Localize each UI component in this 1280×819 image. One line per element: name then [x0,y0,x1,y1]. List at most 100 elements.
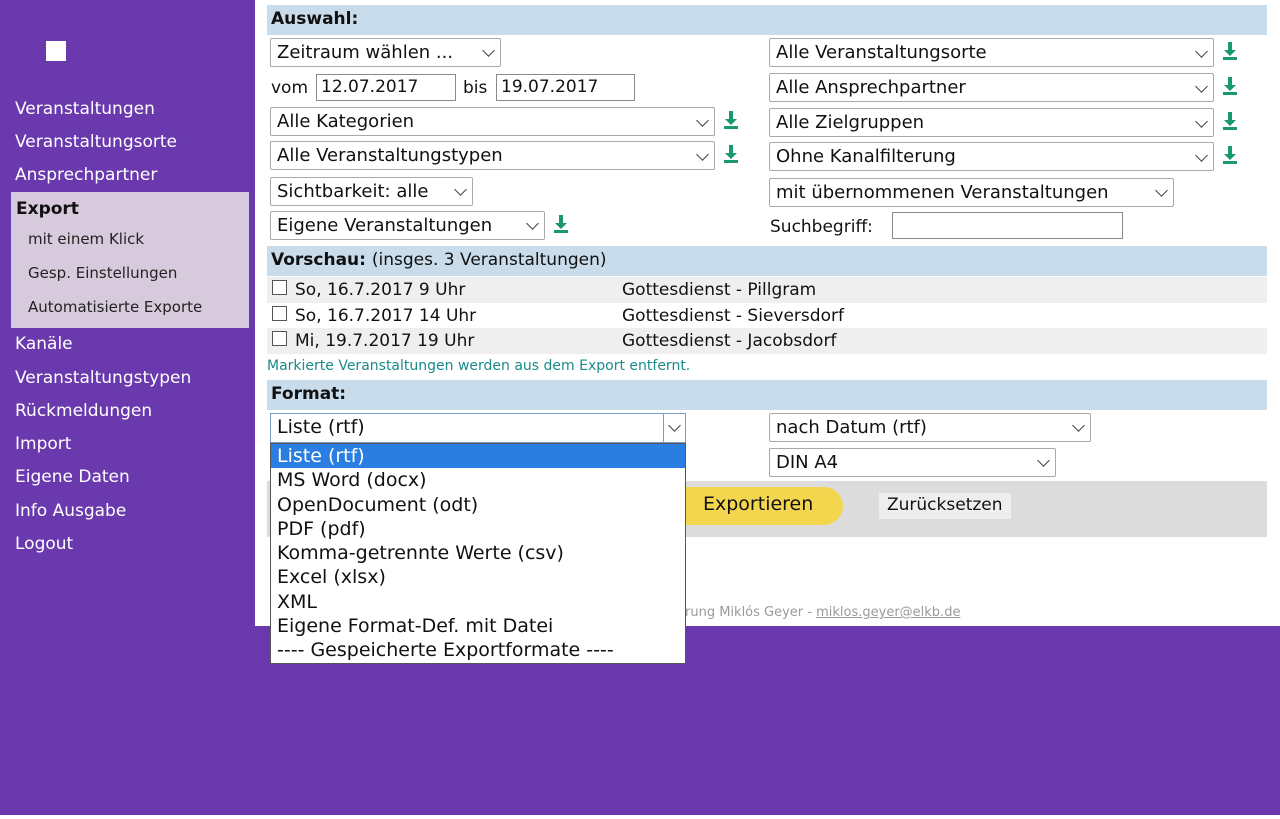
bis-label: bis [463,78,488,98]
logo [46,41,66,61]
chevron-down-icon [696,114,709,127]
nav-item-logout[interactable]: Logout [15,534,73,554]
papier-select[interactable]: DIN A4 [769,448,1056,477]
chevron-down-icon [696,148,709,161]
download-icon-veranstaltungstypen[interactable] [722,144,740,164]
event-name: Gottesdienst - Jacobsdorf [622,331,837,351]
sortierung-select[interactable]: nach Datum (rtf) [769,413,1091,442]
sortierung-select-value: nach Datum (rtf) [776,417,927,438]
format-option-eigene[interactable]: Eigene Format-Def. mit Datei [271,614,685,638]
nav-item-veranstaltungen[interactable]: Veranstaltungen [15,99,155,119]
bottom-strip [0,815,1280,819]
chevron-down-icon [1195,149,1208,162]
zeitraum-select[interactable]: Zeitraum wählen ... [270,38,501,67]
eigene-veranstaltungen-select[interactable]: Eigene Veranstaltungen [270,211,545,240]
chevron-down-icon [1155,184,1168,197]
suchbegriff-input[interactable] [892,212,1123,239]
zielgruppen-select-value: Alle Zielgruppen [776,112,925,133]
chevron-down-icon [1072,419,1085,432]
papier-select-value: DIN A4 [776,452,839,473]
nav-item-kanaele[interactable]: Kanäle [15,334,73,354]
nav-item-import[interactable]: Import [15,434,71,454]
format-option-xlsx[interactable]: Excel (xlsx) [271,565,685,589]
download-icon-kategorien[interactable] [722,110,740,130]
veranstaltungstypen-select-value: Alle Veranstaltungstypen [277,145,503,166]
vom-label: vom [271,78,309,98]
zeitraum-select-value: Zeitraum wählen ... [277,42,454,63]
vorschau-heading: Vorschau: (insges. 3 Veranstaltungen) [267,246,1267,276]
zielgruppen-select[interactable]: Alle Zielgruppen [769,108,1214,137]
reset-button[interactable]: Zurücksetzen [879,493,1011,519]
format-select[interactable]: Liste (rtf) [270,413,686,443]
nav-subitem-automatisierte-exporte[interactable]: Automatisierte Exporte [28,298,202,316]
event-date: Mi, 19.7.2017 19 Uhr [295,331,475,351]
chevron-down-icon[interactable] [663,414,685,442]
ansprechpartner-select-value: Alle Ansprechpartner [776,77,966,98]
event-date: So, 16.7.2017 9 Uhr [295,280,466,300]
eigene-veranstaltungen-select-value: Eigene Veranstaltungen [277,215,493,236]
footer: rung Miklós Geyer - miklos.geyer@elkb.de [685,605,960,620]
chevron-down-icon [1195,80,1208,93]
nav-subitem-gesp-einstellungen[interactable]: Gesp. Einstellungen [28,264,177,282]
uebernommen-select[interactable]: mit übernommenen Veranstaltungen [769,178,1174,207]
chevron-down-icon [1195,45,1208,58]
format-option-pdf[interactable]: PDF (pdf) [271,517,685,541]
nav-item-info-ausgabe[interactable]: Info Ausgabe [15,501,126,521]
nav-item-export[interactable]: Export [16,199,79,219]
nav-item-ansprechpartner[interactable]: Ansprechpartner [15,165,157,185]
format-option-odt[interactable]: OpenDocument (odt) [271,493,685,517]
footer-email-link[interactable]: miklos.geyer@elkb.de [816,605,960,620]
kanal-select[interactable]: Ohne Kanalfilterung [769,142,1214,171]
format-option-csv[interactable]: Komma-getrennte Werte (csv) [271,541,685,565]
kanal-select-value: Ohne Kanalfilterung [776,146,956,167]
kategorien-select-value: Alle Kategorien [277,111,415,132]
chevron-down-icon [526,217,539,230]
event-name: Gottesdienst - Sieversdorf [622,306,844,326]
format-option-xml[interactable]: XML [271,590,685,614]
ansprechpartner-select[interactable]: Alle Ansprechpartner [769,73,1214,102]
nav-item-veranstaltungstypen[interactable]: Veranstaltungstypen [15,368,191,388]
format-option-gespeicherte[interactable]: ---- Gespeicherte Exportformate ---- [271,638,685,662]
export-button[interactable]: Exportieren [667,487,843,525]
event-checkbox[interactable] [272,331,287,346]
nav-item-rueckmeldungen[interactable]: Rückmeldungen [15,401,152,421]
nav-item-eigene-daten[interactable]: Eigene Daten [15,467,130,487]
event-row: So, 16.7.2017 14 Uhr Gottesdienst - Siev… [267,303,1267,329]
format-select-value: Liste (rtf) [277,416,365,438]
kategorien-select[interactable]: Alle Kategorien [270,107,715,136]
download-icon-kanal[interactable] [1221,145,1239,165]
event-checkbox[interactable] [272,280,287,295]
export-submenu: Export mit einem Klick Gesp. Einstellung… [11,192,249,328]
event-date: So, 16.7.2017 14 Uhr [295,306,477,326]
event-name: Gottesdienst - Pillgram [622,280,817,300]
chevron-down-icon [1195,115,1208,128]
nav-item-veranstaltungsorte[interactable]: Veranstaltungsorte [15,132,177,152]
download-icon-veranstaltungsorte[interactable] [1221,41,1239,61]
vorschau-note: Markierte Veranstaltungen werden aus dem… [267,358,691,374]
event-row: So, 16.7.2017 9 Uhr Gottesdienst - Pillg… [267,277,1267,303]
vom-date-input[interactable]: 12.07.2017 [316,74,456,101]
sichtbarkeit-select[interactable]: Sichtbarkeit: alle [270,177,473,206]
event-row: Mi, 19.7.2017 19 Uhr Gottesdienst - Jaco… [267,328,1267,354]
format-option-liste-rtf[interactable]: Liste (rtf) [271,444,685,469]
chevron-down-icon [454,183,467,196]
veranstaltungsorte-select[interactable]: Alle Veranstaltungsorte [769,38,1214,67]
format-heading: Format: [267,380,1267,410]
nav-subitem-mit-einem-klick[interactable]: mit einem Klick [28,230,144,248]
download-icon-zielgruppen[interactable] [1221,111,1239,131]
veranstaltungstypen-select[interactable]: Alle Veranstaltungstypen [270,141,715,170]
sidebar: Veranstaltungen Veranstaltungsorte Anspr… [0,0,255,819]
download-icon-eigene[interactable] [552,214,570,234]
uebernommen-select-value: mit übernommenen Veranstaltungen [776,182,1109,203]
auswahl-heading: Auswahl: [267,5,1267,35]
download-icon-ansprechpartner[interactable] [1221,76,1239,96]
bis-date-input[interactable]: 19.07.2017 [496,74,635,101]
sichtbarkeit-select-value: Sichtbarkeit: alle [277,181,429,202]
vorschau-title: Vorschau: [271,250,366,270]
event-checkbox[interactable] [272,306,287,321]
format-option-docx[interactable]: MS Word (docx) [271,468,685,492]
chevron-down-icon [482,44,495,57]
vorschau-count: (insges. 3 Veranstaltungen) [371,250,607,270]
suchbegriff-label: Suchbegriff: [770,217,873,237]
format-dropdown-list: Liste (rtf) MS Word (docx) OpenDocument … [270,443,686,664]
